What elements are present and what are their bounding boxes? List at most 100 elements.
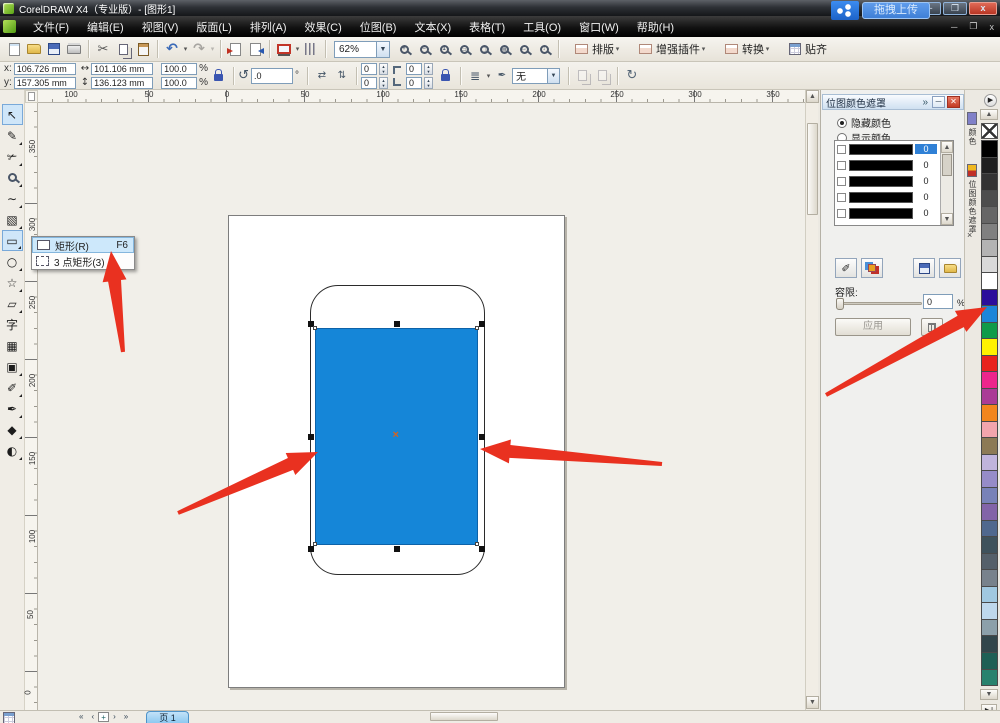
mask-checkbox[interactable] [837, 209, 846, 218]
mask-checkbox[interactable] [837, 161, 846, 170]
palette-swatch-16[interactable] [981, 405, 998, 422]
palette-flyout-button[interactable]: ▶ [984, 94, 997, 107]
pick-tool[interactable]: ↖ [2, 104, 23, 125]
doc-minimize-button[interactable]: ─ [951, 22, 957, 32]
zoom-tool-button-4[interactable]: ▢ [474, 39, 494, 59]
command-dropdown-icon[interactable]: ▾ [700, 45, 707, 53]
freehand-tool[interactable]: ∼ [2, 188, 23, 209]
open-button[interactable] [24, 39, 44, 59]
command-dropdown-icon[interactable]: ▾ [614, 45, 621, 53]
mask-eyedropper-button[interactable]: ✐ [835, 258, 857, 278]
scale-y-field[interactable]: 100.0 [161, 77, 197, 89]
menu-item-1[interactable]: 编辑(E) [78, 17, 133, 37]
symmetry-button-1[interactable] [573, 66, 593, 86]
width-field[interactable]: 101.106 mm [91, 63, 153, 75]
menu-item-2[interactable]: 视图(V) [133, 17, 188, 37]
height-field[interactable]: 136.123 mm [91, 77, 153, 89]
corner-tr-field[interactable]: 0 [406, 63, 422, 75]
copy-button[interactable] [113, 39, 133, 59]
outline-tool[interactable]: ✒ [2, 398, 23, 419]
corner-lock-icon[interactable] [441, 74, 450, 81]
mask-checkbox[interactable] [837, 145, 846, 154]
zoom-tool-button-1[interactable]: − [414, 39, 434, 59]
palette-scroll-down-button[interactable]: ▼ [980, 689, 998, 700]
refresh-icon[interactable]: ↻ [622, 66, 642, 86]
mask-color-row-3[interactable]: 0 [835, 189, 953, 205]
mask-color-select-button[interactable] [861, 258, 883, 278]
undo-button[interactable]: ↶ [162, 39, 182, 59]
zoom-level-combo[interactable]: 62%▼ [334, 41, 390, 58]
selection-handle[interactable] [479, 546, 485, 552]
mirror-vertical-button[interactable]: ⇅ [332, 66, 352, 86]
last-page-icon[interactable]: » [124, 712, 128, 721]
docker-collapse-button[interactable]: ─ [932, 96, 945, 108]
smart-fill-tool[interactable]: ▧ [2, 209, 23, 230]
hide-colors-radio[interactable]: 隐藏颜色 [837, 115, 891, 130]
mirror-horizontal-button[interactable]: ⇄ [312, 66, 332, 86]
bitmap-color-mask-tab[interactable]: 位图颜色遮罩 [966, 180, 978, 234]
outline-dropdown-icon[interactable]: ▼ [547, 69, 559, 83]
apply-button[interactable]: 应用 [835, 318, 911, 336]
no-fill-swatch[interactable] [981, 123, 998, 139]
palette-swatch-32[interactable] [981, 670, 998, 687]
menu-item-7[interactable]: 文本(X) [405, 17, 460, 37]
palette-swatch-18[interactable] [981, 438, 998, 455]
text-tool[interactable]: 字 [2, 314, 23, 335]
corner-tl-spinner[interactable]: ▲▼ [379, 63, 388, 75]
palette-swatch-21[interactable] [981, 488, 998, 505]
new-button[interactable] [4, 39, 24, 59]
selection-handle[interactable] [308, 546, 314, 552]
palette-swatch-14[interactable] [981, 372, 998, 389]
docker-chevrons-icon[interactable]: » [922, 97, 928, 108]
redo-dropdown-icon[interactable]: ▾ [209, 45, 216, 53]
selection-handle[interactable] [479, 434, 485, 440]
print-button[interactable] [64, 39, 84, 59]
launcher-dropdown-icon[interactable]: ▾ [294, 45, 301, 53]
next-page-icon[interactable]: › [113, 712, 116, 721]
color-docker-tab[interactable]: 颜色 [966, 128, 978, 146]
palette-swatch-12[interactable] [981, 339, 998, 356]
drawing-canvas[interactable]: × [38, 103, 805, 710]
scroll-up-button[interactable]: ▲ [806, 90, 819, 103]
wrap-dropdown-icon[interactable]: ▾ [485, 72, 492, 80]
corner-tl-field[interactable]: 0 [361, 63, 377, 75]
palette-swatch-7[interactable] [981, 257, 998, 274]
docker-strip-close-icon[interactable]: × [967, 230, 972, 240]
selection-handle[interactable] [394, 321, 400, 327]
outline-width-combo[interactable]: 无▼ [512, 68, 560, 84]
mask-save-button[interactable] [913, 258, 935, 278]
eyedropper-tool[interactable]: ✐ [2, 377, 23, 398]
command-dropdown-icon[interactable]: ▾ [764, 45, 771, 53]
paste-button[interactable] [133, 39, 153, 59]
palette-swatch-31[interactable] [981, 653, 998, 670]
first-page-icon[interactable]: « [79, 712, 83, 721]
blend-tool[interactable]: ▣ [2, 356, 23, 377]
mask-list-scrollbar[interactable]: ▲ ▼ [940, 141, 953, 225]
palette-scroll-up-button[interactable]: ▲ [980, 109, 998, 120]
text-wrap-button[interactable]: ≣ [465, 66, 485, 86]
corner-bl-field[interactable]: 0 [361, 77, 377, 89]
rotation-angle-field[interactable]: .0 [251, 68, 293, 84]
mask-color-row-0[interactable]: 0 [835, 141, 953, 157]
import-button[interactable] [225, 39, 245, 59]
palette-swatch-8[interactable] [981, 273, 998, 290]
command-button-1[interactable]: 增强插件▾ [633, 39, 713, 60]
export-button[interactable] [245, 39, 265, 59]
add-page-icon[interactable]: + [98, 712, 109, 722]
selection-handle[interactable] [479, 321, 485, 327]
palette-swatch-23[interactable] [981, 521, 998, 538]
corner-node[interactable] [475, 326, 479, 330]
zoom-tool-button-0[interactable]: + [394, 39, 414, 59]
menu-item-9[interactable]: 工具(O) [514, 17, 570, 37]
zoom-tool-button-2[interactable]: 1 [434, 39, 454, 59]
palette-swatch-24[interactable] [981, 537, 998, 554]
menu-item-0[interactable]: 文件(F) [24, 17, 78, 37]
close-button[interactable]: x [969, 2, 997, 15]
palette-swatch-30[interactable] [981, 636, 998, 653]
horizontal-scroll-thumb[interactable] [430, 712, 498, 721]
flyout-item-1[interactable]: 3 点矩形(3) [32, 253, 134, 269]
palette-swatch-9[interactable] [981, 290, 998, 307]
y-position-field[interactable]: 157.305 mm [14, 77, 76, 89]
corner-br-field[interactable]: 0 [406, 77, 422, 89]
application-launcher-button[interactable] [274, 39, 294, 59]
